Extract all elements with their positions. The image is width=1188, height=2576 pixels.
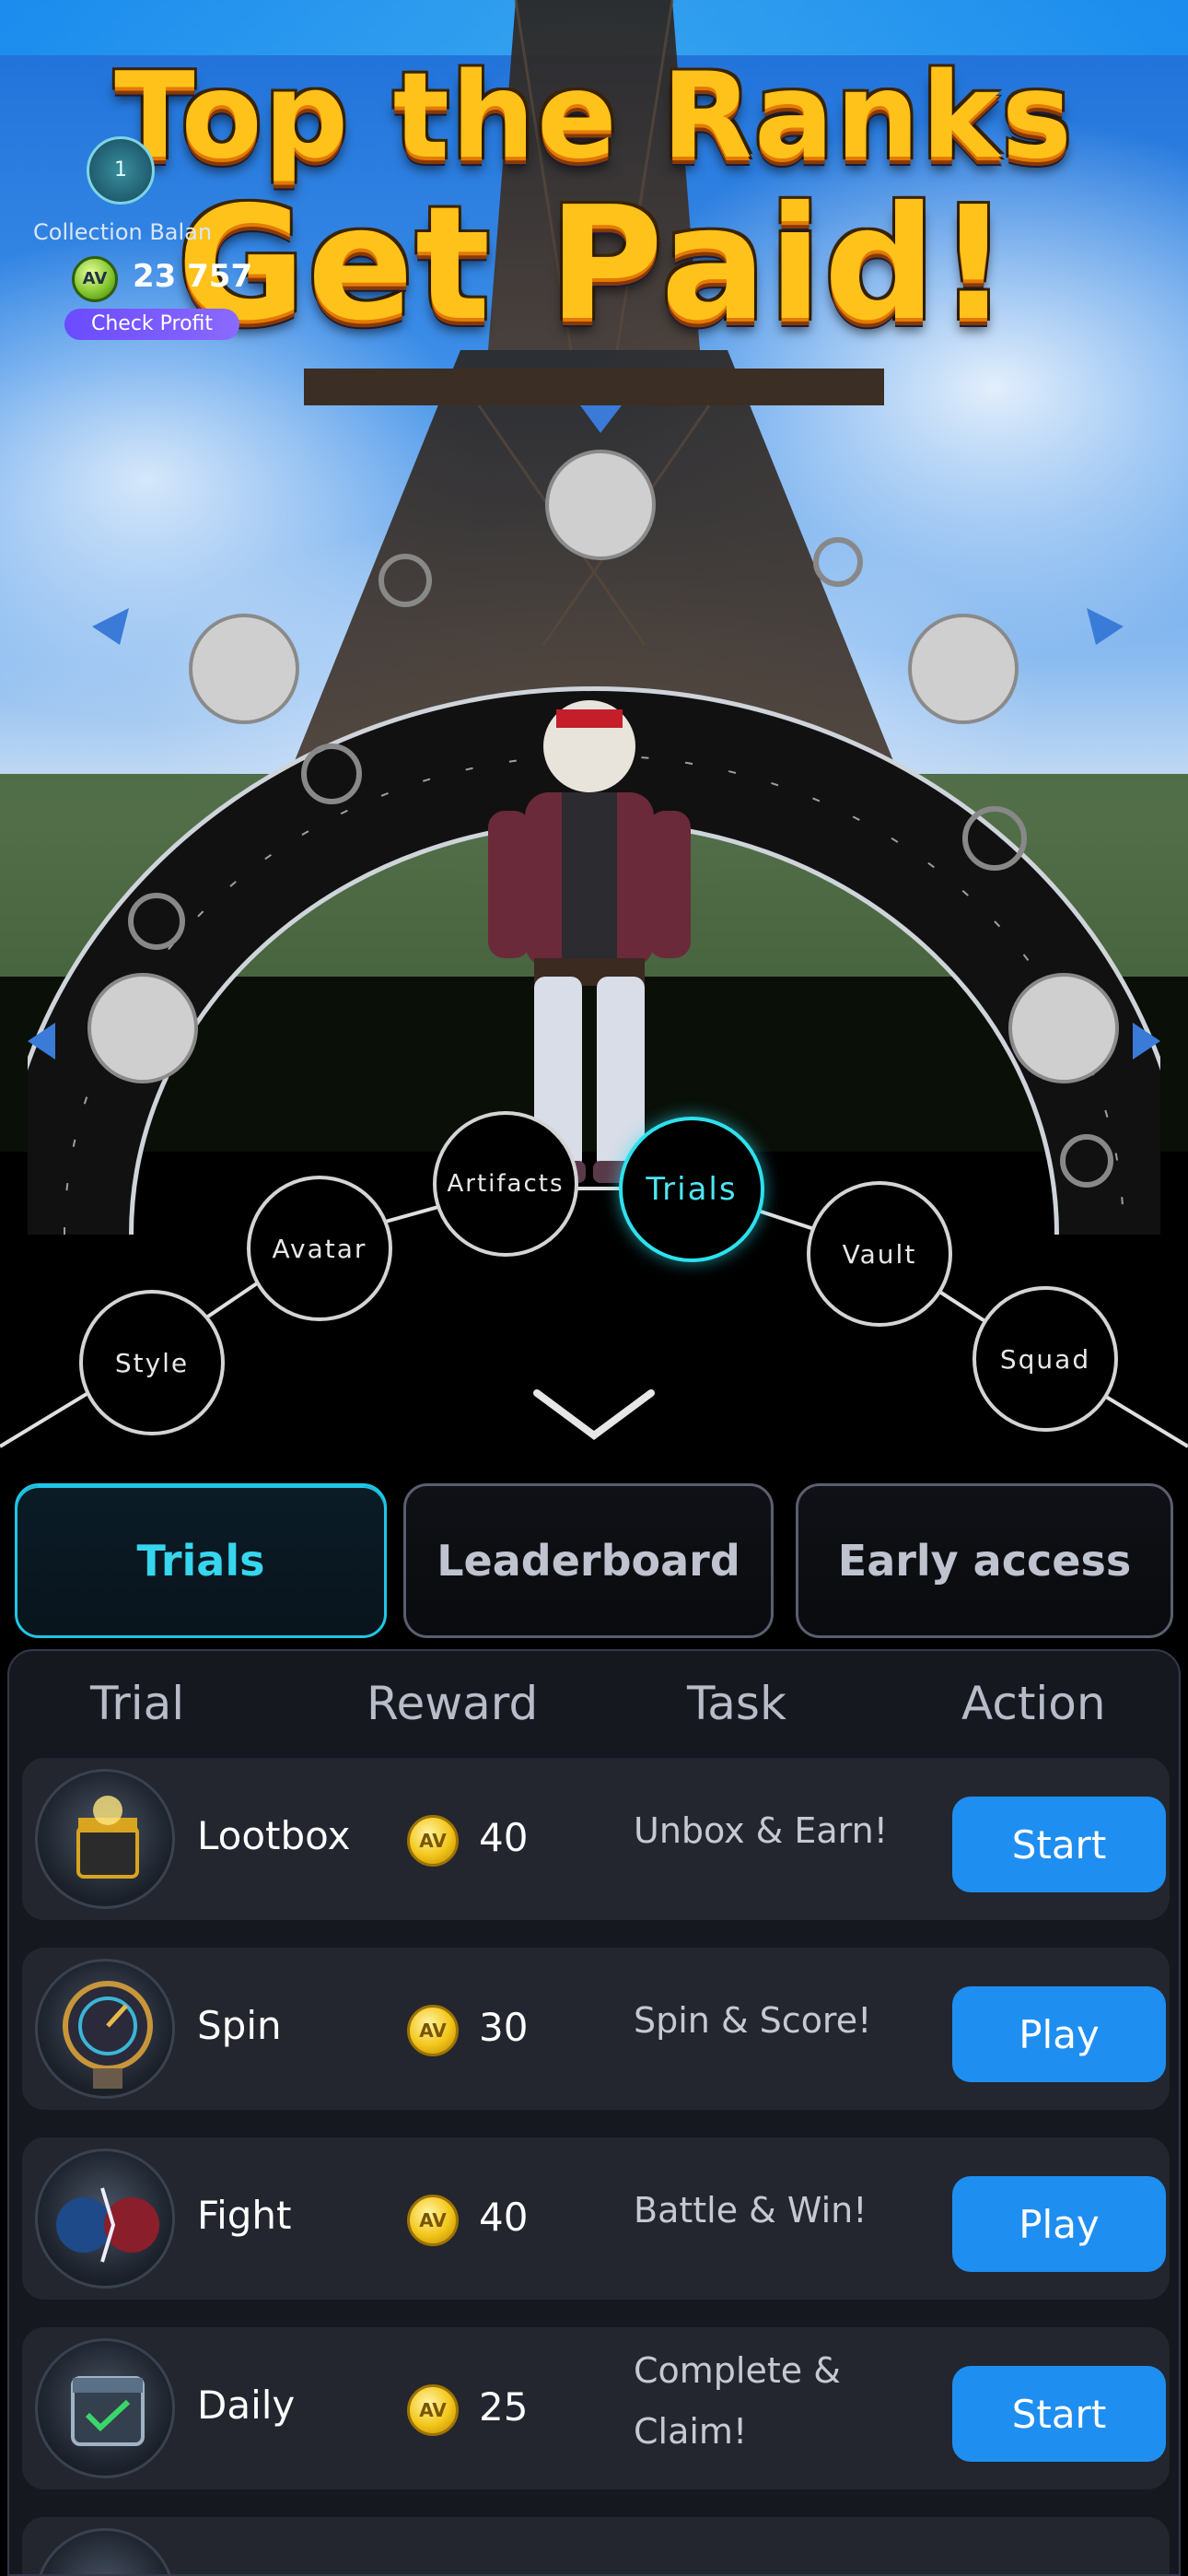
- nav-style-label: Style: [114, 1347, 190, 1378]
- play-button[interactable]: Play: [952, 2176, 1166, 2272]
- nav-avatar-button[interactable]: Avatar: [247, 1176, 392, 1321]
- table-header: Trial Reward Task Action: [9, 1651, 1179, 1762]
- coin-icon: AV: [407, 1815, 459, 1867]
- calendar-icon: [35, 2338, 175, 2478]
- task-text: Battle & Win!: [634, 2190, 868, 2231]
- nav-trials-button[interactable]: Trials: [619, 1117, 764, 1262]
- trial-name: Spin: [197, 2003, 282, 2048]
- header-trial: Trial: [90, 1677, 185, 1730]
- hero-title-line1: Top the Ranks: [114, 48, 1074, 185]
- hero-banner: Top the Ranks Get Paid! 1 Collection Bal…: [0, 0, 1188, 1474]
- tab-early-access[interactable]: Early access: [796, 1483, 1173, 1638]
- coin-icon: AV: [407, 2384, 459, 2436]
- balance-label: Collection Balan: [33, 219, 213, 245]
- balance-value: 23 757: [133, 258, 253, 295]
- reward-value: 40: [479, 1815, 529, 1860]
- nav-vault-label: Vault: [842, 1238, 917, 1270]
- start-button[interactable]: Start: [952, 1797, 1166, 1892]
- coin-icon: AV: [407, 2195, 459, 2246]
- trial-name: Fight: [197, 2193, 292, 2238]
- trials-panel: Trial Reward Task Action Lootbox AV 40 U…: [7, 1649, 1181, 2576]
- level-badge[interactable]: 1: [87, 136, 155, 205]
- header-action: Action: [961, 1677, 1106, 1730]
- spin-wheel-icon: [35, 1959, 175, 2099]
- check-profit-button[interactable]: Check Profit: [64, 309, 239, 340]
- balance-coin-icon: AV: [72, 256, 118, 302]
- header-reward: Reward: [367, 1677, 539, 1730]
- tab-bar: Trials Leaderboard Early access: [0, 1474, 1188, 1640]
- reward-value: 40: [479, 2195, 529, 2240]
- task-text: Complete & Claim!: [634, 2350, 841, 2452]
- fight-icon: [35, 2149, 175, 2289]
- coin-icon: AV: [407, 2005, 459, 2056]
- nav-vault-button[interactable]: Vault: [807, 1181, 952, 1327]
- task-text: Spin & Score!: [634, 2000, 872, 2041]
- task-text: Unbox & Earn!: [634, 1810, 888, 1851]
- table-row: Spin AV 30 Spin & Score! Play: [22, 1948, 1170, 2110]
- table-row-partial: [22, 2517, 1170, 2574]
- nav-artifacts-button[interactable]: Artifacts: [433, 1111, 578, 1257]
- play-button[interactable]: Play: [952, 1986, 1166, 2082]
- lootbox-icon: [35, 1769, 175, 1909]
- chevron-down-icon[interactable]: [530, 1382, 658, 1446]
- nav-trials-label: Trials: [646, 1171, 738, 1208]
- table-row: Lootbox AV 40 Unbox & Earn! Start: [22, 1758, 1170, 1920]
- header-task: Task: [687, 1677, 786, 1730]
- tab-leaderboard[interactable]: Leaderboard: [403, 1483, 774, 1638]
- reward-value: 30: [479, 2005, 529, 2050]
- tab-trials[interactable]: Trials: [15, 1483, 387, 1638]
- nav-artifacts-label: Artifacts: [447, 1170, 565, 1198]
- trial-name: Lootbox: [197, 1813, 351, 1858]
- nav-style-button[interactable]: Style: [79, 1290, 225, 1435]
- table-row: Daily AV 25 Complete & Claim! Start: [22, 2327, 1170, 2489]
- trial-icon: [35, 2528, 175, 2574]
- table-row: Fight AV 40 Battle & Win! Play: [22, 2137, 1170, 2300]
- nav-squad-label: Squad: [999, 1343, 1091, 1375]
- reward-value: 25: [479, 2384, 529, 2430]
- nav-squad-button[interactable]: Squad: [973, 1286, 1118, 1432]
- trial-name: Daily: [197, 2383, 296, 2428]
- nav-avatar-label: Avatar: [272, 1233, 367, 1264]
- start-button[interactable]: Start: [952, 2366, 1166, 2462]
